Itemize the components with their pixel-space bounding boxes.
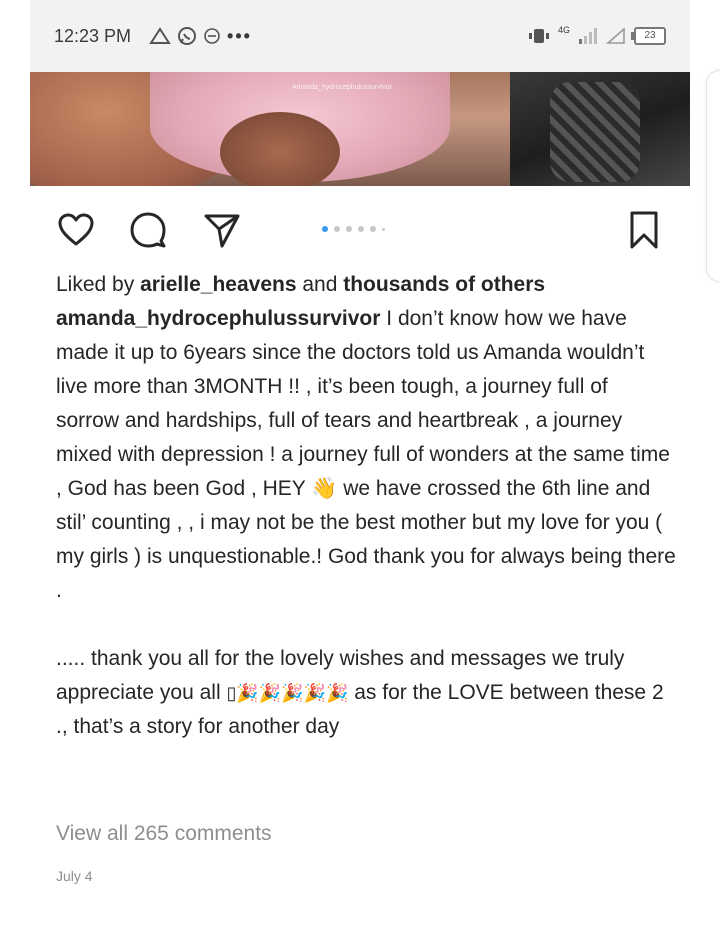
liked-by-user[interactable]: arielle_heavens: [140, 273, 296, 296]
phone-screen: 12:23 PM ••• 4G 23 Amanda_hydrocephuluss…: [30, 0, 690, 926]
comment-button[interactable]: [128, 210, 168, 250]
caption-gap: [56, 608, 676, 642]
carousel-dot: [382, 227, 385, 231]
side-card-edge: [706, 70, 720, 282]
post-date: July 4: [56, 868, 93, 884]
carousel-indicator: [322, 226, 385, 232]
heart-icon: [58, 213, 94, 246]
carousel-dot: [346, 226, 352, 232]
bookmark-icon: [630, 211, 658, 249]
photo-shape: [220, 112, 340, 186]
carousel-dot: [334, 226, 340, 232]
caption-main: I don’t know how we have made it up to 6…: [56, 307, 676, 602]
caption-emoji: ▯🎉🎉🎉🎉🎉: [226, 683, 349, 703]
post-photo[interactable]: Amanda_hydrocephulussurvivor: [30, 72, 690, 186]
status-right-icons: 4G 23: [528, 25, 666, 45]
post-action-bar: [30, 200, 690, 260]
save-button[interactable]: [624, 210, 664, 250]
photo-watermark: Amanda_hydrocephulussurvivor: [292, 84, 392, 91]
dnd-icon: [204, 28, 220, 44]
comment-icon: [130, 212, 166, 248]
like-button[interactable]: [56, 210, 96, 250]
status-time: 12:23 PM: [54, 25, 132, 46]
vibrate-icon: [528, 29, 549, 43]
caption-second: ..... thank you all for the lovely wishe…: [56, 642, 676, 744]
likes-mid: and: [296, 273, 344, 296]
photo-shape: [550, 82, 640, 182]
wifi-empty-icon: [606, 27, 625, 44]
carousel-dot: [322, 226, 328, 232]
signal-icon: [579, 28, 597, 44]
carousel-dot: [370, 226, 376, 232]
status-notification-icons: •••: [149, 26, 252, 47]
likes-prefix: Liked by: [56, 273, 141, 296]
alert-triangle-icon: [149, 27, 171, 44]
more-dots-icon: •••: [227, 25, 252, 46]
likes-others[interactable]: thousands of others: [343, 273, 545, 296]
network-label: 4G: [557, 25, 570, 35]
carousel-dot: [358, 226, 364, 232]
status-bar: 12:23 PM ••• 4G 23: [30, 0, 690, 72]
caption-text: amanda_hydrocephulussurvivor I don’t kno…: [56, 302, 676, 608]
battery-icon: 23: [631, 27, 666, 45]
share-icon: [204, 214, 240, 248]
likes-summary[interactable]: Liked by arielle_heavens and thousands o…: [56, 268, 676, 302]
post-username[interactable]: amanda_hydrocephulussurvivor: [56, 307, 380, 330]
view-comments-link[interactable]: View all 265 comments: [56, 822, 272, 846]
post-caption-block: Liked by arielle_heavens and thousands o…: [56, 268, 676, 744]
share-button[interactable]: [202, 210, 242, 250]
whatsapp-icon: [178, 27, 197, 45]
